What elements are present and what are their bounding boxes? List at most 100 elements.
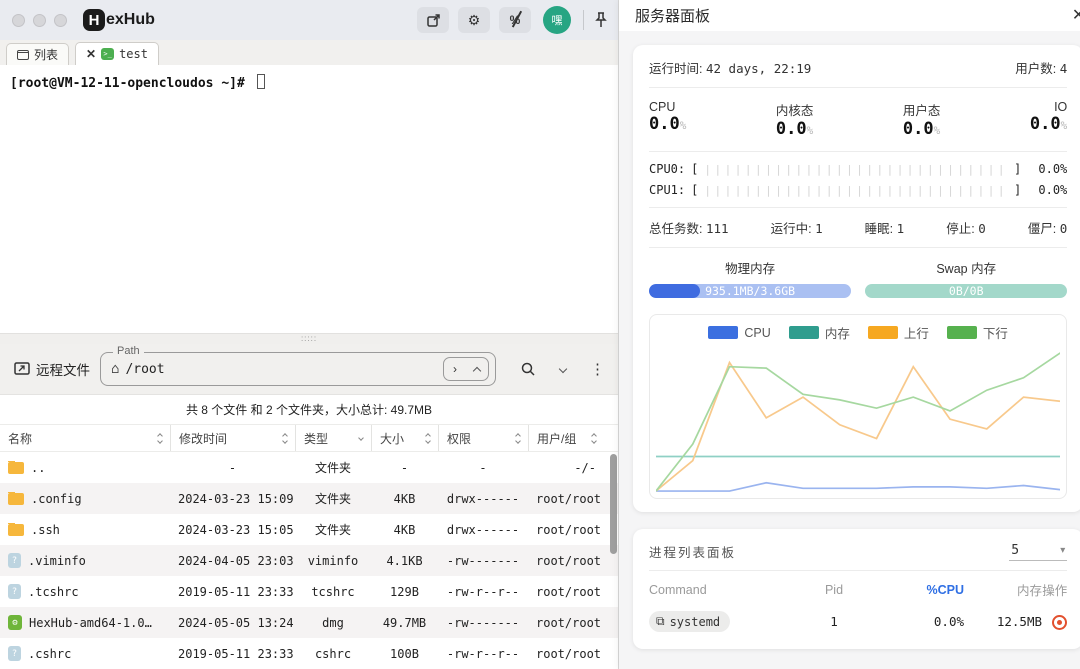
legend-item-CPU: CPU: [708, 323, 770, 342]
stop-process-button[interactable]: [1052, 615, 1067, 630]
column-header-3[interactable]: 类型: [295, 425, 371, 451]
physical-memory-bar: 935.1MB/3.6GB: [649, 284, 851, 298]
task-stat: 停止: 0: [946, 218, 985, 237]
file-owner: root/root: [528, 554, 604, 568]
file-name-cell: .ssh: [0, 523, 170, 537]
file-row[interactable]: ?.tcshrc2019-05-11 23:33tcshrc129B-rw-r-…: [0, 576, 618, 607]
path-value: /root: [125, 362, 164, 377]
process-column-5[interactable]: 操作: [1042, 580, 1067, 599]
server-overview-card: 运行时间: 42 days, 22:19 用户数: 4 CPU0.0%内核态0.…: [633, 45, 1080, 512]
copy-icon[interactable]: ⧉: [656, 614, 665, 629]
column-header-2[interactable]: 修改时间: [170, 425, 295, 451]
settings-button[interactable]: ⚙: [458, 7, 490, 33]
physical-memory-label: 物理内存: [649, 258, 851, 277]
path-input[interactable]: Path ⌂ /root ›: [100, 352, 496, 386]
file-type: 文件夹: [295, 490, 371, 507]
path-go-button[interactable]: ›: [444, 358, 466, 380]
file-type: cshrc: [295, 647, 371, 661]
swap-memory-text: 0B/0B: [865, 284, 1067, 298]
pin-button[interactable]: [594, 12, 608, 28]
physical-memory-text: 935.1MB/3.6GB: [649, 284, 851, 298]
task-stat: 总任务数: 111: [649, 218, 729, 237]
file-perm: -rw-r--r--: [438, 585, 528, 599]
process-mem: 12.5MB: [964, 614, 1042, 629]
tab-test[interactable]: ✕ >_ test: [75, 42, 159, 65]
meter-bracket: ]: [1014, 183, 1021, 197]
column-label: 大小: [380, 430, 404, 447]
chevron-up-icon: [473, 366, 481, 374]
file-row[interactable]: .config2024-03-23 15:09文件夹4KBdrwx------r…: [0, 483, 618, 514]
task-stat: 睡眠: 1: [865, 218, 904, 237]
column-header-1[interactable]: 名称: [0, 425, 170, 451]
file-row[interactable]: .ssh2024-03-23 15:05文件夹4KBdrwx------root…: [0, 514, 618, 545]
cpu-core-row: CPU1:[||||||||||||||||||||||||||||||]0.0…: [649, 183, 1067, 197]
more-options-button[interactable]: ⋮: [590, 360, 605, 378]
tab-close-icon[interactable]: ✕: [86, 47, 96, 61]
file-owner: root/root: [528, 492, 604, 506]
file-name: .ssh: [31, 523, 60, 537]
file-owner: root/root: [528, 616, 604, 630]
physical-memory: 物理内存 935.1MB/3.6GB: [649, 258, 851, 298]
search-button[interactable]: [520, 361, 536, 377]
legend-item-下行: 下行: [947, 323, 1008, 342]
tab-list[interactable]: 列表: [6, 43, 69, 65]
maximize-window-button[interactable]: [54, 14, 67, 27]
process-command-pill[interactable]: ⧉systemd: [649, 611, 730, 632]
process-command-cell: ⧉systemd: [649, 611, 794, 632]
expand-button[interactable]: [560, 366, 566, 372]
pane-splitter[interactable]: :::::: [0, 333, 618, 344]
user-avatar[interactable]: 嘿: [543, 6, 571, 34]
file-row[interactable]: ?.cshrc2019-05-11 23:33cshrc100B-rw-r--r…: [0, 638, 618, 669]
toggle-shortcuts-button[interactable]: %: [499, 7, 531, 33]
page-size-select[interactable]: 5 ▾: [1009, 543, 1067, 561]
cpu-stat-用户态: 用户态0.0%: [903, 100, 941, 139]
open-external-button[interactable]: [417, 7, 449, 33]
task-value: 1: [815, 221, 823, 236]
legend-label: 上行: [904, 323, 929, 342]
tab-test-label: test: [119, 47, 148, 61]
splitter-handle-icon: :::::: [301, 337, 317, 341]
column-label: 权限: [447, 430, 471, 447]
stat-value: 0.0%: [1030, 114, 1067, 134]
file-perm: -rw-r--r--: [438, 647, 528, 661]
file-row[interactable]: ⚙HexHub-amd64-1.0…2024-05-05 13:24dmg49.…: [0, 607, 618, 638]
file-row[interactable]: ?.viminfo2024-04-05 23:03viminfo4.1KB-rw…: [0, 545, 618, 576]
file-type: viminfo: [295, 554, 371, 568]
sort-arrows-icon: [516, 434, 520, 443]
core-label: CPU1:: [649, 183, 685, 197]
open-external-icon: [426, 13, 441, 28]
process-column-3[interactable]: %CPU: [874, 583, 964, 597]
file-icon: ?: [8, 553, 21, 568]
app-title: exHub: [106, 11, 155, 29]
column-header-4[interactable]: 大小: [371, 425, 438, 451]
column-header-6[interactable]: 用户/组: [528, 425, 604, 451]
chart-series-下行: [656, 353, 1060, 491]
swap-memory-bar: 0B/0B: [865, 284, 1067, 298]
tab-list-label: 列表: [34, 46, 58, 63]
column-header-5[interactable]: 权限: [438, 425, 528, 451]
file-mtime: 2024-05-05 13:24: [170, 616, 295, 630]
file-row[interactable]: ..-文件夹---/-: [0, 452, 618, 483]
file-name-cell: ⚙HexHub-amd64-1.0…: [0, 615, 170, 630]
task-value: 0: [1060, 221, 1068, 236]
process-column-4[interactable]: 内存: [964, 580, 1042, 599]
process-column-2[interactable]: Pid: [794, 583, 874, 597]
close-drawer-button[interactable]: ✕: [1072, 8, 1080, 24]
sort-arrows-icon: [158, 434, 162, 443]
file-owner: root/root: [528, 523, 604, 537]
path-up-button[interactable]: [466, 358, 488, 380]
task-label: 总任务数:: [649, 222, 706, 236]
dmg-icon: ⚙: [8, 615, 22, 630]
minimize-window-button[interactable]: [33, 14, 46, 27]
close-window-button[interactable]: [12, 14, 25, 27]
file-size: 4KB: [371, 523, 438, 537]
process-column-1[interactable]: Command: [649, 583, 794, 597]
file-name-cell: ?.tcshrc: [0, 584, 170, 599]
sort-arrows-icon: [426, 434, 430, 443]
terminal-icon: >_: [101, 48, 114, 60]
file-name: .cshrc: [28, 647, 71, 661]
file-table-scrollbar[interactable]: [610, 454, 617, 554]
terminal[interactable]: [root@VM-12-11-opencloudos ~]#: [0, 65, 618, 333]
swap-memory: Swap 内存 0B/0B: [865, 258, 1067, 298]
file-mtime: -: [170, 461, 295, 475]
